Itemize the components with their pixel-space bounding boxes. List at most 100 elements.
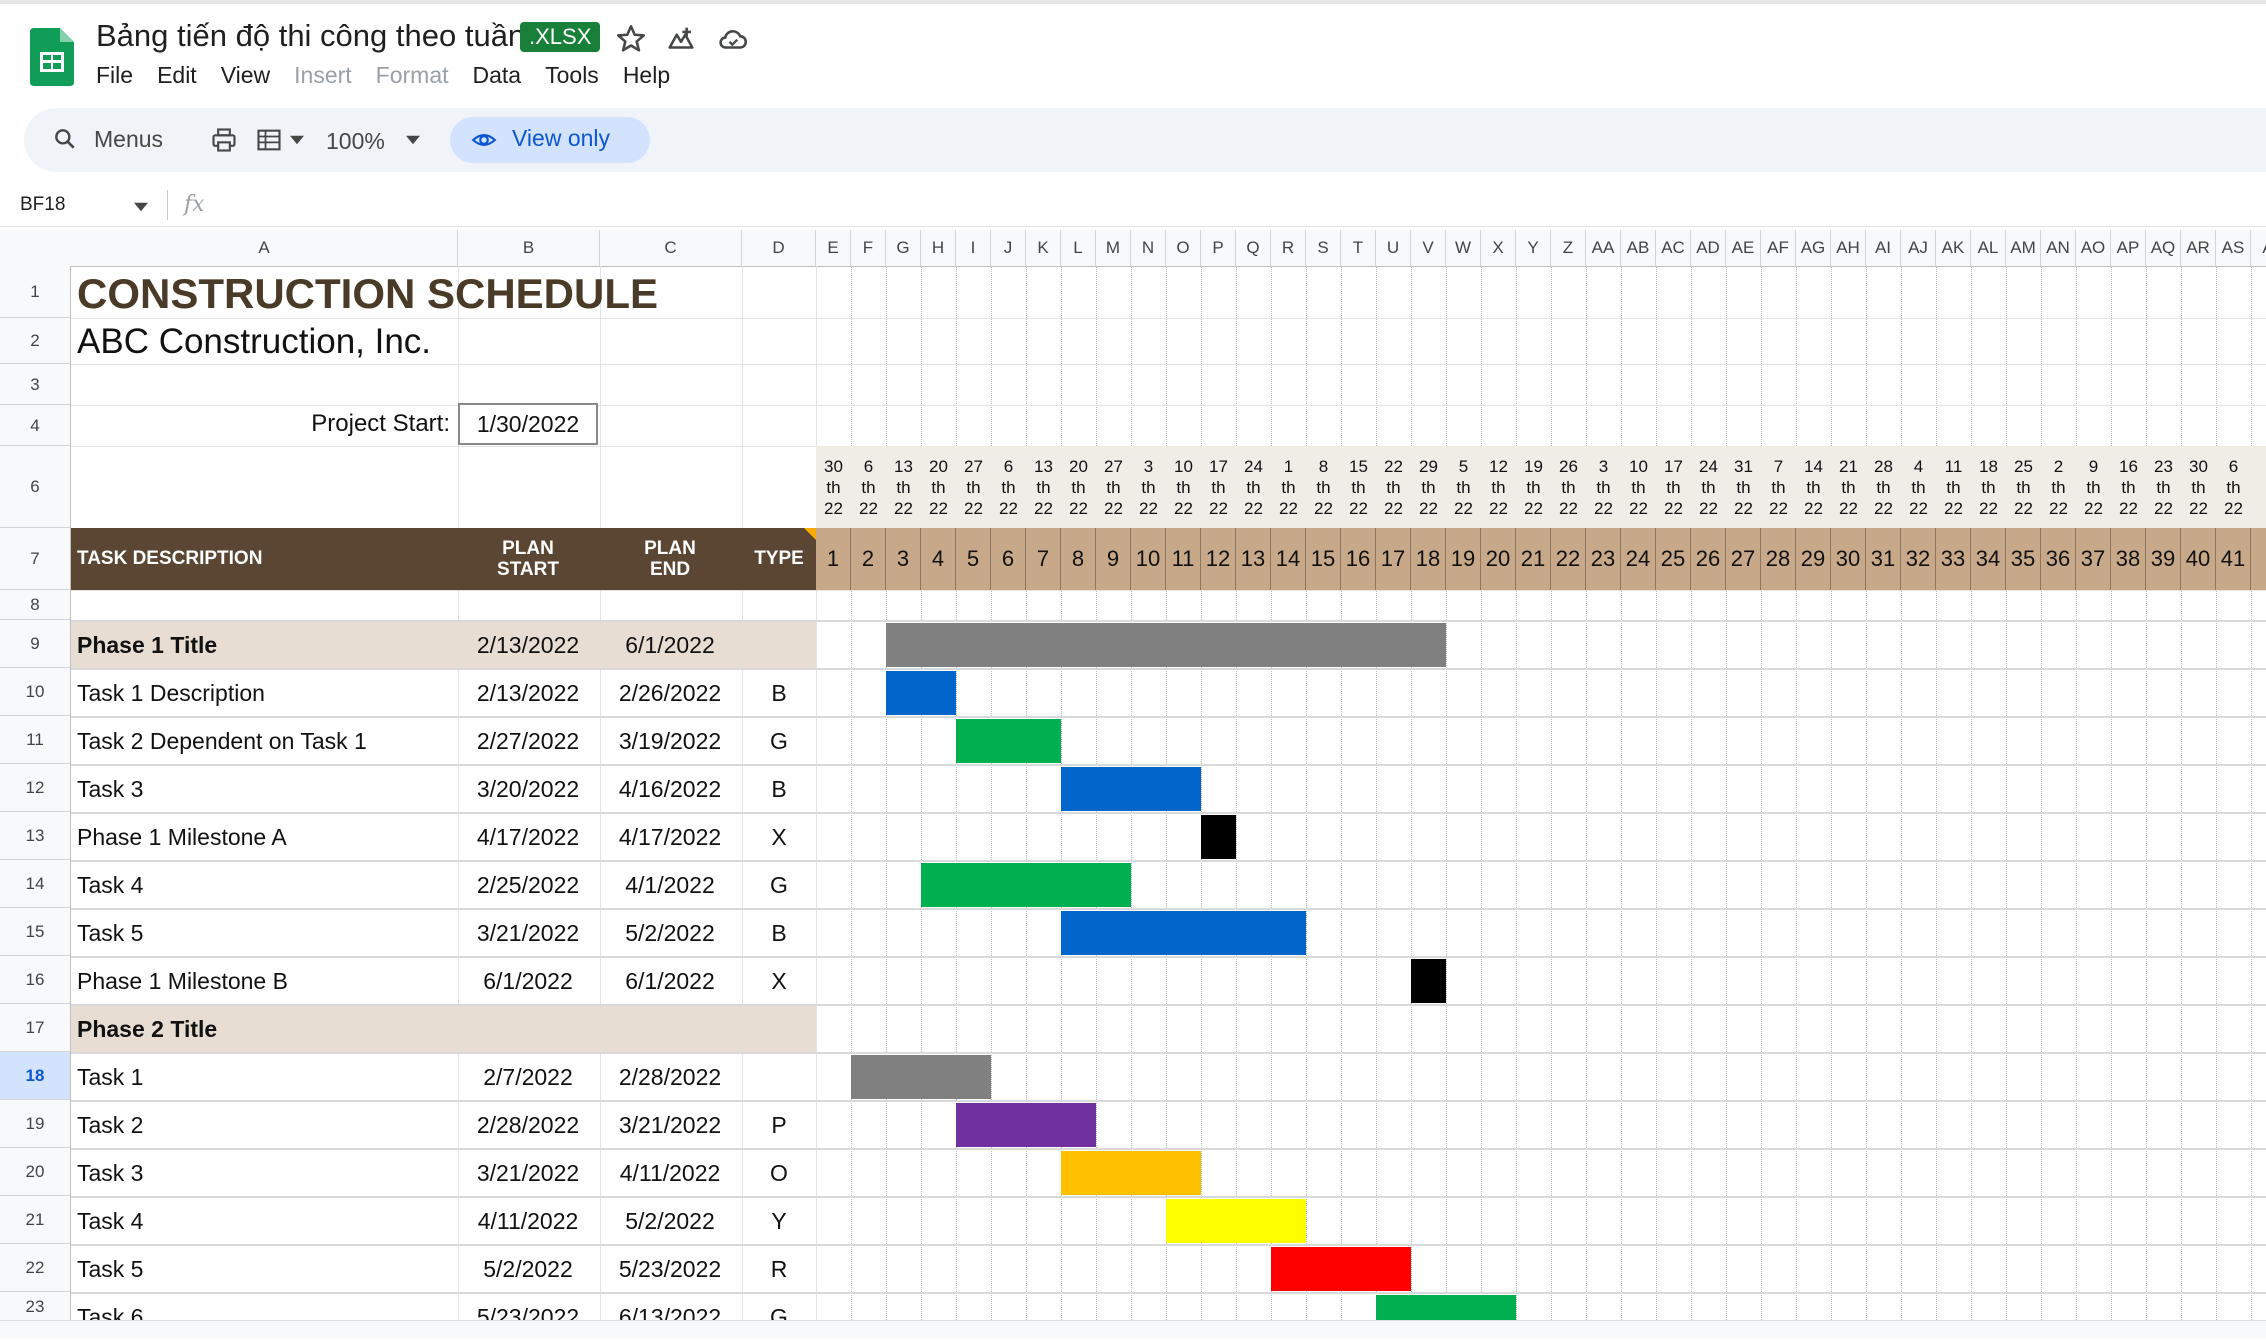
column-header-l[interactable]: L <box>1061 230 1096 266</box>
week-number-cell[interactable]: 2 <box>851 528 886 590</box>
plan-start-cell[interactable]: 5/2/2022 <box>458 1245 598 1293</box>
column-header-aa[interactable]: AA <box>1586 230 1621 266</box>
plan-start-cell[interactable]: 2/27/2022 <box>458 717 598 765</box>
header-plan-end[interactable]: PLAN END <box>600 538 740 580</box>
menu-help[interactable]: Help <box>623 62 670 89</box>
week-date-cell[interactable]: 17 th 22 <box>1201 456 1236 519</box>
week-date-cell[interactable]: 6 th 22 <box>991 456 1026 519</box>
week-date-cell[interactable]: 27 th 22 <box>956 456 991 519</box>
gantt-bar[interactable] <box>851 1055 991 1099</box>
week-date-cell[interactable]: 30 th 22 <box>816 456 851 519</box>
week-date-cell[interactable]: 10 th 22 <box>1621 456 1656 519</box>
chevron-down-icon[interactable] <box>290 134 304 146</box>
week-number-cell[interactable]: 32 <box>1901 528 1936 590</box>
chevron-down-icon[interactable] <box>406 134 420 146</box>
column-header-am[interactable]: AM <box>2006 230 2041 266</box>
column-header-ao[interactable]: AO <box>2076 230 2111 266</box>
week-date-cell[interactable]: 7 th 22 <box>1761 456 1796 519</box>
task-name-cell[interactable]: Task 4 <box>77 1197 143 1245</box>
plan-end-cell[interactable]: 4/1/2022 <box>600 861 740 909</box>
row-header-11[interactable]: 11 <box>0 716 70 764</box>
column-header-al[interactable]: AL <box>1971 230 2006 266</box>
column-header-h[interactable]: H <box>921 230 956 266</box>
task-name-cell[interactable]: Task 1 Description <box>77 669 265 717</box>
week-date-cell[interactable]: 6 th 22 <box>2216 456 2251 519</box>
task-name-cell[interactable]: Task 4 <box>77 861 143 909</box>
column-header-af[interactable]: AF <box>1761 230 1796 266</box>
type-cell[interactable]: B <box>742 765 816 813</box>
type-cell[interactable]: B <box>742 909 816 957</box>
week-number-cell[interactable]: 41 <box>2216 528 2251 590</box>
task-name-cell[interactable]: Task 2 <box>77 1101 143 1149</box>
column-header-ad[interactable]: AD <box>1691 230 1726 266</box>
column-header-ac[interactable]: AC <box>1656 230 1691 266</box>
header-task-description[interactable]: TASK DESCRIPTION <box>77 548 262 569</box>
week-date-cell[interactable]: 18 th 22 <box>1971 456 2006 519</box>
plan-start-cell[interactable]: 2/7/2022 <box>458 1053 598 1101</box>
gantt-bar[interactable] <box>1271 1247 1411 1291</box>
plan-end-cell[interactable]: 2/26/2022 <box>600 669 740 717</box>
week-number-cell[interactable]: 15 <box>1306 528 1341 590</box>
column-header-g[interactable]: G <box>886 230 921 266</box>
plan-end-cell[interactable]: 4/17/2022 <box>600 813 740 861</box>
row-header-19[interactable]: 19 <box>0 1100 70 1148</box>
column-header-ai[interactable]: AI <box>1866 230 1901 266</box>
row-header-6[interactable]: 6 <box>0 446 70 528</box>
week-number-cell[interactable]: 38 <box>2111 528 2146 590</box>
row-header-22[interactable]: 22 <box>0 1244 70 1292</box>
plan-start-cell[interactable]: 3/21/2022 <box>458 909 598 957</box>
week-number-cell[interactable]: 28 <box>1761 528 1796 590</box>
chevron-down-icon[interactable] <box>134 202 148 212</box>
type-cell[interactable]: G <box>742 861 816 909</box>
company-name[interactable]: ABC Construction, Inc. <box>77 322 431 362</box>
week-date-cell[interactable]: 6 th 22 <box>851 456 886 519</box>
week-date-cell[interactable]: 29 th 22 <box>1411 456 1446 519</box>
plan-start-cell[interactable]: 2/13/2022 <box>458 621 598 669</box>
week-date-cell[interactable]: 15 th 22 <box>1341 456 1376 519</box>
plan-end-cell[interactable]: 6/1/2022 <box>600 957 740 1005</box>
task-name-cell[interactable]: Task 3 <box>77 765 143 813</box>
week-number-cell[interactable]: 7 <box>1026 528 1061 590</box>
freeze-view-icon[interactable] <box>254 126 284 154</box>
week-number-cell[interactable]: 34 <box>1971 528 2006 590</box>
week-number-cell[interactable]: 23 <box>1586 528 1621 590</box>
column-header-b[interactable]: B <box>458 230 600 266</box>
gantt-bar[interactable] <box>956 1103 1096 1147</box>
column-header-w[interactable]: W <box>1446 230 1481 266</box>
row-header-1[interactable]: 1 <box>0 266 70 318</box>
column-header-ar[interactable]: AR <box>2181 230 2216 266</box>
week-number-cell[interactable]: 16 <box>1341 528 1376 590</box>
row-header-9[interactable]: 9 <box>0 620 70 668</box>
week-date-cell[interactable]: 1 th 22 <box>1271 456 1306 519</box>
week-number-cell[interactable]: 30 <box>1831 528 1866 590</box>
column-header-m[interactable]: M <box>1096 230 1131 266</box>
row-header-10[interactable]: 10 <box>0 668 70 716</box>
column-header-ag[interactable]: AG <box>1796 230 1831 266</box>
week-number-cell[interactable]: 12 <box>1201 528 1236 590</box>
task-name-cell[interactable]: Task 2 Dependent on Task 1 <box>77 717 367 765</box>
week-date-cell[interactable]: 31 th 22 <box>1726 456 1761 519</box>
plan-start-cell[interactable]: 2/28/2022 <box>458 1101 598 1149</box>
name-box[interactable]: BF18 <box>20 194 65 216</box>
plan-start-cell[interactable]: 4/11/2022 <box>458 1197 598 1245</box>
row-header-18[interactable]: 18 <box>0 1052 70 1100</box>
column-header-s[interactable]: S <box>1306 230 1341 266</box>
week-date-cell[interactable]: 23 th 22 <box>2146 456 2181 519</box>
week-date-cell[interactable]: 30 th 22 <box>2181 456 2216 519</box>
sheet-title[interactable]: CONSTRUCTION SCHEDULE <box>77 270 658 318</box>
task-name-cell[interactable]: Task 3 <box>77 1149 143 1197</box>
week-number-cell[interactable]: 19 <box>1446 528 1481 590</box>
row-header-2[interactable]: 2 <box>0 318 70 364</box>
column-header-ap[interactable]: AP <box>2111 230 2146 266</box>
week-number-cell[interactable]: 1 <box>816 528 851 590</box>
column-header-an[interactable]: AN <box>2041 230 2076 266</box>
type-cell[interactable] <box>742 621 816 669</box>
gantt-bar[interactable] <box>1166 1199 1306 1243</box>
week-date-cell[interactable]: 3 th 22 <box>1586 456 1621 519</box>
plan-end-cell[interactable]: 5/2/2022 <box>600 1197 740 1245</box>
week-number-cell[interactable]: 33 <box>1936 528 1971 590</box>
column-header-e[interactable]: E <box>816 230 851 266</box>
column-header-a[interactable]: A <box>2251 230 2266 266</box>
plan-start-cell[interactable]: 2/25/2022 <box>458 861 598 909</box>
plan-start-cell[interactable]: 3/20/2022 <box>458 765 598 813</box>
